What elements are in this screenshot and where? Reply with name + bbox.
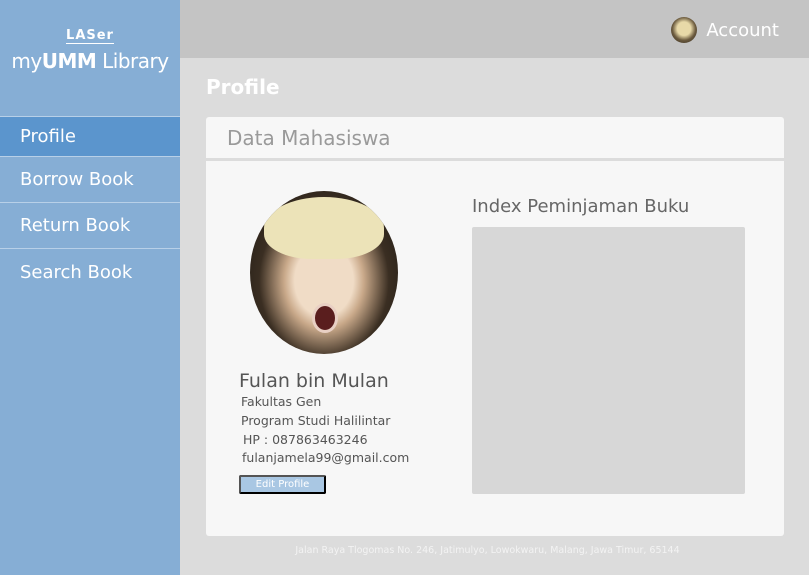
logo-laser-text: LASer — [66, 28, 114, 44]
footer-address: Jalan Raya Tlogomas No. 246, Jatimulyo, … — [295, 545, 680, 556]
sidebar: LASer myUMM Library Profile Borrow Book … — [0, 0, 180, 575]
avatar — [671, 17, 698, 43]
logo-brand-bold: UMM — [41, 49, 97, 73]
sidebar-item-return-book[interactable]: Return Book — [0, 203, 180, 249]
student-name: Fulan bin Mulan — [239, 370, 389, 392]
student-program: Program Studi Halilintar — [241, 413, 391, 428]
student-email: fulanjamela99@gmail.com — [242, 450, 410, 465]
page-title: Profile — [206, 75, 280, 99]
sidebar-item-profile[interactable]: Profile — [0, 116, 180, 157]
index-panel — [472, 227, 745, 494]
card-title: Data Mahasiswa — [206, 117, 784, 161]
account-label: Account — [706, 19, 779, 41]
sidebar-nav: Profile Borrow Book Return Book Search B… — [0, 116, 180, 295]
sidebar-item-search-book[interactable]: Search Book — [0, 249, 180, 295]
topbar: Account — [180, 0, 809, 58]
index-title: Index Peminjaman Buku — [472, 196, 690, 217]
sidebar-item-label: Profile — [20, 126, 76, 147]
sidebar-item-borrow-book[interactable]: Borrow Book — [0, 157, 180, 203]
logo-brand: myUMM Library — [0, 49, 180, 73]
student-phone: HP : 087863463246 — [243, 432, 368, 447]
edit-profile-button[interactable]: Edit Profile — [239, 475, 326, 494]
logo-brand-prefix: my — [11, 49, 42, 73]
student-faculty: Fakultas Gen — [241, 394, 322, 409]
sidebar-item-label: Borrow Book — [20, 169, 134, 190]
logo-brand-suffix: Library — [96, 49, 169, 73]
sidebar-item-label: Return Book — [20, 215, 131, 236]
profile-card: Data Mahasiswa Fulan bin Mulan Fakultas … — [206, 117, 784, 536]
logo[interactable]: LASer myUMM Library — [0, 26, 180, 73]
photo-mouth — [312, 303, 338, 333]
account-menu[interactable]: Account — [671, 17, 779, 43]
profile-photo — [250, 191, 398, 354]
sidebar-item-label: Search Book — [20, 261, 133, 283]
photo-hair — [264, 197, 384, 259]
